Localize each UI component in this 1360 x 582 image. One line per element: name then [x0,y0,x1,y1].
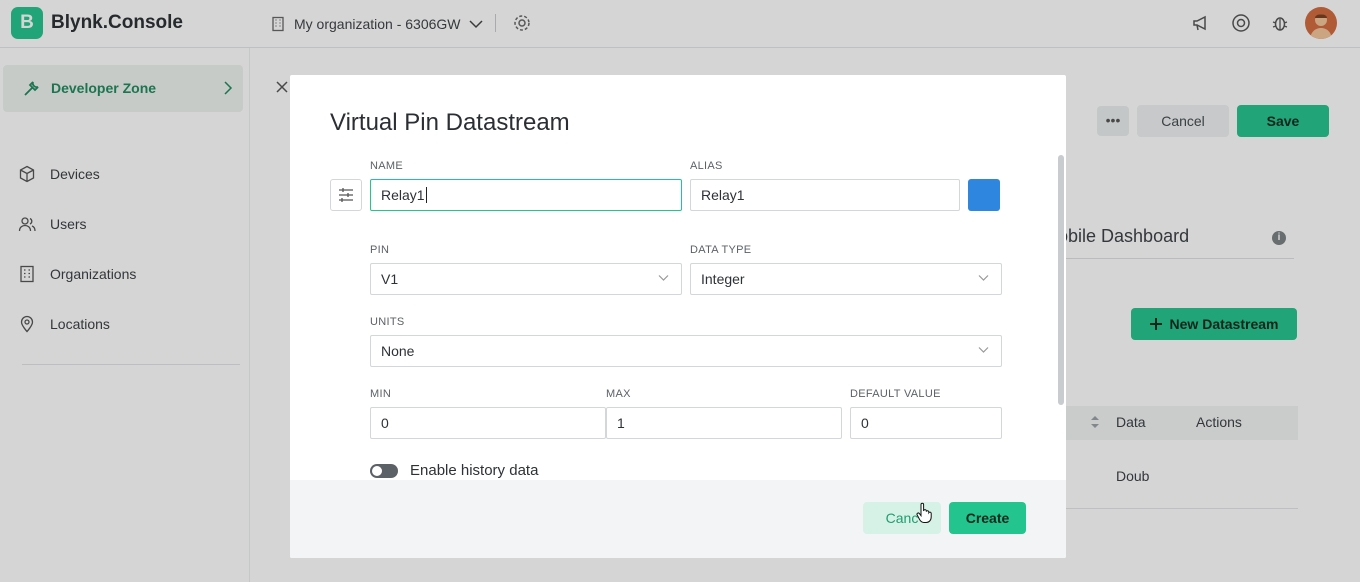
max-label: MAX [606,388,631,400]
virtual-pin-datastream-dialog: Virtual Pin Datastream NAME ALIAS Relay1… [290,75,1066,558]
pin-label: PIN [370,244,390,256]
min-field[interactable]: 0 [370,407,606,439]
scrollbar[interactable] [1058,155,1064,405]
hand-pointer-icon [916,502,932,523]
min-label: MIN [370,388,392,400]
color-picker-button[interactable] [968,179,1000,211]
default-value: 0 [861,415,869,431]
name-field[interactable]: Relay1 [370,179,682,211]
chevron-down-icon [978,347,989,353]
dialog-title: Virtual Pin Datastream [330,109,570,136]
pin-select[interactable]: V1 [370,263,682,295]
alias-label: ALIAS [690,160,723,172]
alias-field[interactable]: Relay1 [690,179,960,211]
chevron-down-icon [978,275,989,281]
chevron-down-icon [658,275,669,281]
pin-value: V1 [381,271,399,287]
min-value: 0 [381,415,389,431]
default-value-field[interactable]: 0 [850,407,1002,439]
units-label: UNITS [370,316,405,328]
data-type-select[interactable]: Integer [690,263,1002,295]
name-value: Relay1 [381,187,425,203]
max-field[interactable]: 1 [606,407,842,439]
units-select[interactable]: None [370,335,1002,367]
alias-value: Relay1 [701,187,745,203]
sliders-icon [339,188,353,202]
default-value-label: DEFAULT VALUE [850,388,941,400]
name-label: NAME [370,160,403,172]
units-value: None [381,343,415,359]
history-toggle-label: Enable history data [410,462,539,479]
data-type-label: DATA TYPE [690,244,752,256]
create-button[interactable]: Create [949,502,1026,534]
data-type-value: Integer [701,271,745,287]
toggle-knob [372,466,382,476]
max-value: 1 [617,415,625,431]
icon-picker-button[interactable] [330,179,362,211]
text-caret [425,187,427,203]
